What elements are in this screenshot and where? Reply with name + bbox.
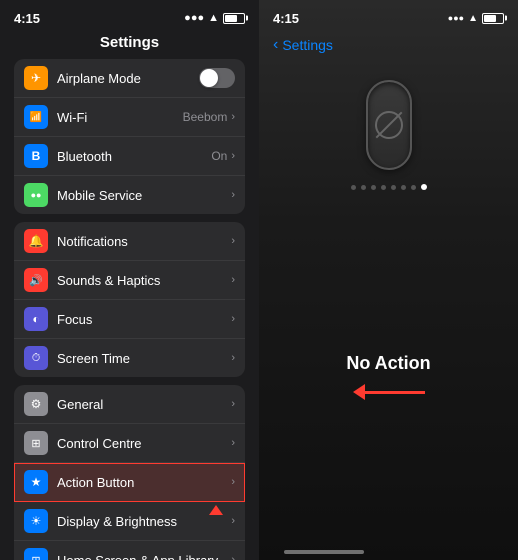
action-button-icon: ★ — [24, 470, 48, 494]
back-nav[interactable]: ‹ Settings — [259, 32, 518, 60]
status-icons-left: ●●● ▲ — [184, 12, 245, 24]
section-device: ⚙ General › ⊞ Control Centre › ★ — [14, 385, 245, 560]
control-centre-icon: ⊞ — [24, 431, 48, 455]
red-line — [365, 391, 425, 394]
signal-icon-right: ●●● — [448, 13, 464, 23]
settings-panel: 4:15 ●●● ▲ Settings ✈ Airplane Mode — [0, 0, 259, 560]
red-arrow-indicator — [353, 384, 425, 400]
action-button-panel: 4:15 ●●● ▲ ‹ Settings No Action — [259, 0, 518, 560]
notifications-label: Notifications — [57, 234, 231, 249]
row-mobile-service[interactable]: ●● Mobile Service › — [14, 176, 245, 214]
status-time-right: 4:15 — [273, 11, 299, 26]
mobile-service-label: Mobile Service — [57, 188, 231, 203]
display-brightness-icon: ☀ — [24, 509, 48, 533]
mobile-service-chevron: › — [231, 189, 235, 201]
row-sounds-haptics[interactable]: 🔊 Sounds & Haptics › — [14, 261, 245, 300]
row-airplane-mode[interactable]: ✈ Airplane Mode — [14, 59, 245, 98]
mobile-service-icon: ●● — [24, 183, 48, 207]
bluetooth-label: Bluetooth — [57, 149, 211, 164]
general-chevron: › — [231, 398, 235, 410]
row-general[interactable]: ⚙ General › — [14, 385, 245, 424]
sounds-haptics-label: Sounds & Haptics — [57, 273, 231, 288]
focus-icon: ◐ — [24, 307, 48, 331]
status-bar-left: 4:15 ●●● ▲ — [0, 0, 259, 32]
battery-icon-left — [223, 13, 245, 24]
general-icon: ⚙ — [24, 392, 48, 416]
notifications-icon: 🔔 — [24, 229, 48, 253]
row-action-button[interactable]: ★ Action Button › — [14, 463, 245, 502]
focus-chevron: › — [231, 313, 235, 325]
status-bar-right: 4:15 ●●● ▲ — [259, 0, 518, 32]
row-focus[interactable]: ◐ Focus › — [14, 300, 245, 339]
display-brightness-label: Display & Brightness — [57, 514, 231, 529]
battery-icon-right — [482, 13, 504, 24]
signal-icon: ●●● — [184, 12, 204, 24]
sounds-haptics-icon: 🔊 — [24, 268, 48, 292]
bluetooth-value: On — [211, 149, 227, 163]
wifi-chevron: › — [231, 111, 235, 123]
settings-list: ✈ Airplane Mode 📶 Wi-Fi Beebom › — [0, 59, 259, 560]
dots-indicator — [351, 184, 427, 190]
general-label: General — [57, 397, 231, 412]
no-action-circle-icon — [375, 111, 403, 139]
dot-4 — [381, 185, 386, 190]
row-bluetooth[interactable]: B Bluetooth On › — [14, 137, 245, 176]
action-button-label: Action Button — [57, 475, 231, 490]
row-screen-time[interactable]: ⏱ Screen Time › — [14, 339, 245, 377]
section-group-system: 🔔 Notifications › 🔊 Sounds & Haptics › ◐ — [14, 222, 245, 377]
section-system: 🔔 Notifications › 🔊 Sounds & Haptics › ◐ — [14, 222, 245, 377]
bluetooth-chevron: › — [231, 150, 235, 162]
wifi-icon-left: ▲ — [208, 12, 219, 24]
page-title: Settings — [0, 32, 259, 59]
no-action-section: No Action — [259, 353, 518, 400]
action-button-pill — [366, 80, 412, 170]
screen-time-label: Screen Time — [57, 351, 231, 366]
home-indicator-right — [284, 550, 364, 554]
phone-side-visual — [351, 80, 427, 190]
dot-7 — [411, 185, 416, 190]
action-button-chevron: › — [231, 476, 235, 488]
dot-3 — [371, 185, 376, 190]
row-wifi[interactable]: 📶 Wi-Fi Beebom › — [14, 98, 245, 137]
home-screen-icon: ⊞ — [24, 548, 48, 560]
airplane-mode-icon: ✈ — [24, 66, 48, 90]
dot-1 — [351, 185, 356, 190]
section-group-device: ⚙ General › ⊞ Control Centre › ★ — [14, 385, 245, 560]
dot-5 — [391, 185, 396, 190]
no-action-label: No Action — [346, 353, 430, 374]
status-time-left: 4:15 — [14, 11, 40, 26]
notifications-chevron: › — [231, 235, 235, 247]
wifi-icon-right: ▲ — [468, 13, 478, 24]
focus-label: Focus — [57, 312, 231, 327]
home-screen-label: Home Screen & App Library — [57, 553, 231, 560]
row-control-centre[interactable]: ⊞ Control Centre › — [14, 424, 245, 463]
red-arrow-left-icon — [353, 384, 365, 400]
wifi-value: Beebom — [183, 110, 228, 124]
back-label: Settings — [282, 37, 333, 53]
section-group-connectivity: ✈ Airplane Mode 📶 Wi-Fi Beebom › — [14, 59, 245, 214]
arrow-annotation — [209, 505, 223, 515]
control-centre-chevron: › — [231, 437, 235, 449]
display-brightness-chevron: › — [231, 515, 235, 527]
row-home-screen[interactable]: ⊞ Home Screen & App Library › — [14, 541, 245, 560]
screen-time-chevron: › — [231, 352, 235, 364]
airplane-mode-toggle[interactable] — [199, 68, 235, 88]
screen-time-icon: ⏱ — [24, 346, 48, 370]
dot-2 — [361, 185, 366, 190]
section-connectivity: ✈ Airplane Mode 📶 Wi-Fi Beebom › — [14, 59, 245, 214]
wifi-label: Wi-Fi — [57, 110, 183, 125]
home-screen-chevron: › — [231, 554, 235, 560]
wifi-icon: 📶 — [24, 105, 48, 129]
sounds-haptics-chevron: › — [231, 274, 235, 286]
control-centre-label: Control Centre — [57, 436, 231, 451]
airplane-mode-label: Airplane Mode — [57, 71, 199, 86]
row-notifications[interactable]: 🔔 Notifications › — [14, 222, 245, 261]
dot-6 — [401, 185, 406, 190]
dot-8-active — [421, 184, 427, 190]
bluetooth-icon: B — [24, 144, 48, 168]
status-icons-right: ●●● ▲ — [448, 13, 504, 24]
back-arrow-icon: ‹ — [273, 36, 278, 54]
